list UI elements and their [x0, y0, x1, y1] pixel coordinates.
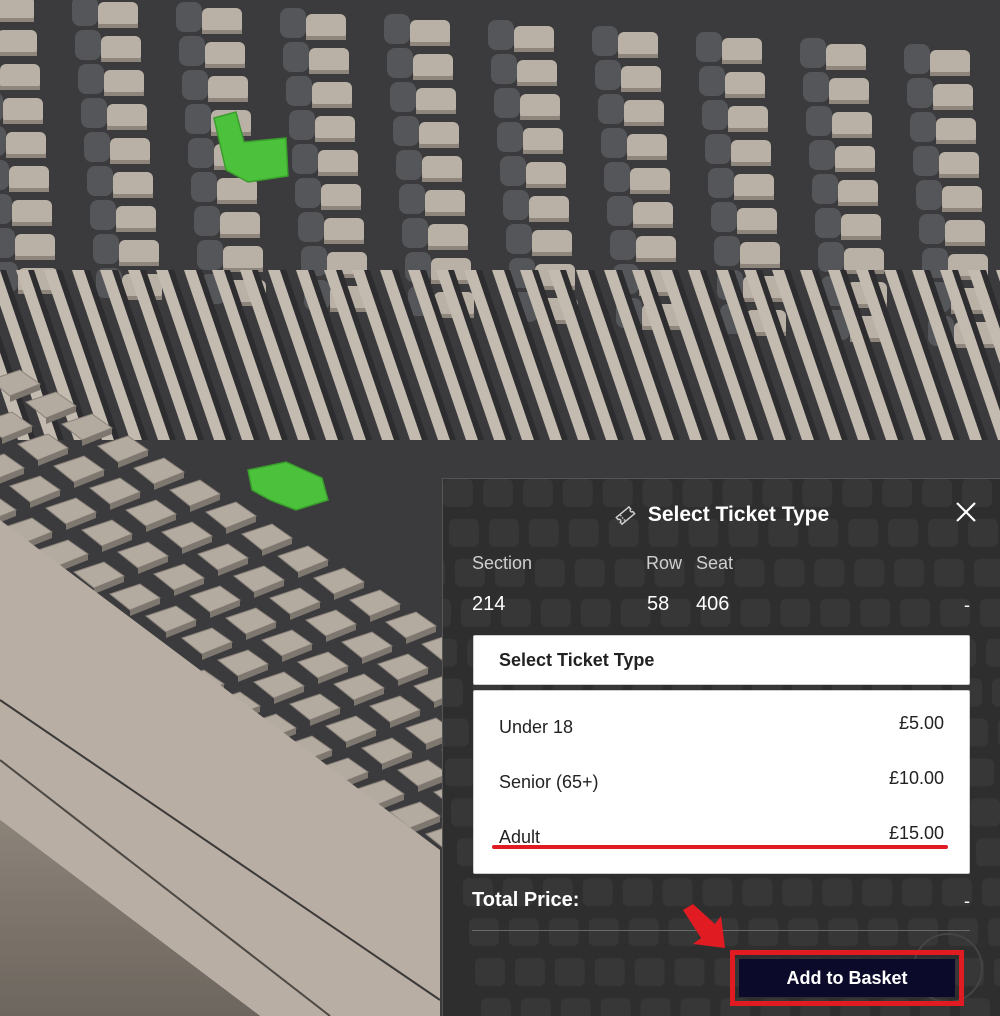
add-to-basket-button[interactable]: Add to Basket	[739, 959, 955, 997]
section-label: Section	[472, 553, 533, 573]
seat-label: Seat	[696, 553, 734, 573]
pointer-arrow-icon	[683, 904, 725, 948]
row-label: Row	[646, 553, 683, 573]
option-price: £15.00	[888, 823, 944, 843]
total-price-value: -	[964, 891, 970, 911]
seat-price-value: -	[964, 595, 970, 615]
total-price-label: Total Price:	[472, 889, 580, 911]
option-price: £10.00	[888, 768, 944, 788]
option-label: Under 18	[499, 717, 574, 737]
option-label: Senior (65+)	[499, 772, 599, 792]
option-under-18[interactable]: Under 18 £5.00	[474, 703, 969, 747]
section-value: 214	[472, 593, 506, 615]
option-senior[interactable]: Senior (65+) £10.00	[474, 758, 969, 802]
close-icon[interactable]	[954, 500, 978, 524]
adult-highlight-underline	[492, 845, 948, 849]
ticket-type-options: Under 18 £5.00 Senior (65+) £10.00 Adult…	[473, 690, 970, 874]
ticket-icon	[615, 505, 636, 526]
ticket-type-dropdown[interactable]: Select Ticket Type	[473, 635, 970, 685]
modal-header: Select Ticket Type	[443, 499, 1000, 531]
option-price: £5.00	[898, 713, 944, 733]
option-adult[interactable]: Adult £15.00	[474, 813, 969, 857]
row-value: 58	[647, 593, 670, 615]
dropdown-selected-label: Select Ticket Type	[499, 649, 655, 670]
seat-value: 406	[696, 593, 730, 615]
modal-title: Select Ticket Type	[647, 503, 830, 526]
ticket-type-modal: Select Ticket Type Section Row Seat 214 …	[442, 478, 1000, 1016]
